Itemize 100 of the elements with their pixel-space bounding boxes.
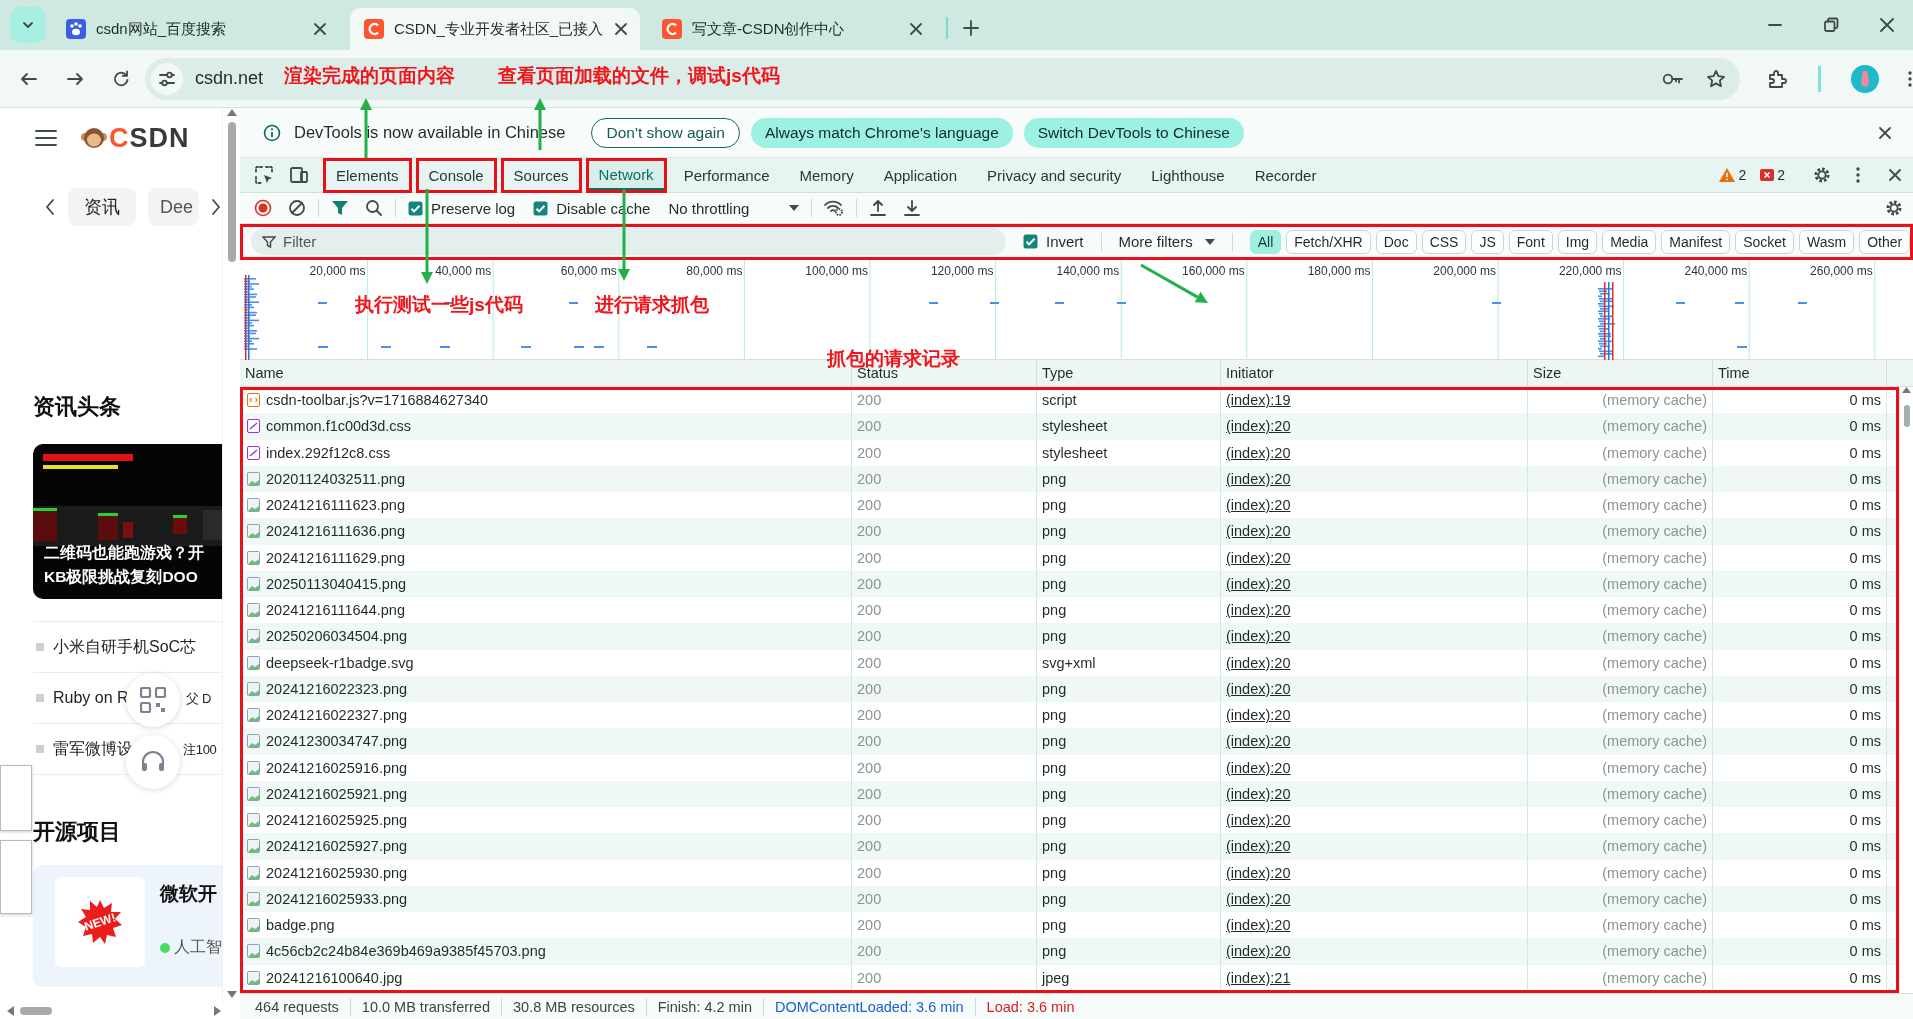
request-name[interactable]: badge.png	[266, 917, 335, 934]
initiator-link[interactable]: (index):20	[1221, 439, 1528, 466]
error-count[interactable]: 2	[1777, 167, 1785, 183]
panel-tab[interactable]: Application	[873, 160, 968, 190]
type-column-header[interactable]: Type	[1037, 360, 1221, 386]
error-icon[interactable]	[1760, 168, 1775, 182]
settings-icon[interactable]	[1813, 166, 1831, 184]
search-icon[interactable]	[365, 199, 383, 217]
news-link[interactable]: Ruby on R	[53, 689, 129, 707]
request-name[interactable]: 4c56cb2c24b84e369b469a9385f45703.png	[266, 943, 546, 960]
network-settings-icon[interactable]	[824, 199, 845, 217]
type-filter-chip[interactable]: Doc	[1375, 229, 1417, 254]
initiator-link[interactable]: (index):20	[1221, 570, 1528, 597]
filter-field[interactable]: Filter	[251, 228, 1006, 255]
request-name[interactable]: 20241216111623.png	[266, 497, 405, 514]
star-icon[interactable]	[1706, 68, 1726, 89]
initiator-column-header[interactable]: Initiator	[1221, 360, 1528, 386]
initiator-link[interactable]: (index):20	[1221, 833, 1528, 860]
new-tab-icon[interactable]	[962, 19, 980, 37]
infobar-button[interactable]: Don't show again	[591, 117, 740, 148]
request-name[interactable]: 20241216100640.jpg	[266, 969, 403, 986]
request-name[interactable]: 20250113040415.png	[266, 575, 407, 592]
request-name[interactable]: 20241216025921.png	[266, 785, 408, 802]
request-name[interactable]: 20241216025925.png	[266, 812, 408, 829]
request-name[interactable]: common.f1c00d3d.css	[266, 418, 412, 435]
reload-icon[interactable]	[111, 68, 131, 89]
category-tab[interactable]: Dee	[148, 188, 200, 226]
stop-recording-icon[interactable]	[254, 199, 272, 217]
type-filter-chip[interactable]: CSS	[1421, 229, 1467, 254]
headline-text[interactable]: KB极限挑战复刻DOO	[44, 565, 204, 589]
menu-icon[interactable]	[35, 129, 57, 147]
headline-text[interactable]: 二维码也能跑游戏？开	[44, 541, 204, 565]
panel-tab[interactable]: Privacy and security	[977, 160, 1132, 190]
category-tab[interactable]: 资讯	[68, 188, 136, 226]
scroll-right-icon[interactable]	[214, 1005, 222, 1017]
throttling-dropdown[interactable]: No throttling	[668, 199, 800, 217]
filter-icon[interactable]	[331, 199, 349, 217]
type-filter-chip[interactable]: Fetch/XHR	[1286, 229, 1371, 254]
request-name[interactable]: 20241216111629.png	[266, 549, 405, 566]
type-filter-chip[interactable]: Media	[1602, 229, 1657, 254]
request-name[interactable]: 20250206034504.png	[266, 628, 408, 645]
chevron-left-icon[interactable]	[44, 198, 56, 216]
restore-icon[interactable]	[1823, 17, 1839, 33]
warning-count[interactable]: 2	[1738, 167, 1747, 183]
request-name[interactable]: 20241216025927.png	[266, 838, 408, 855]
request-name[interactable]: 20241216111644.png	[266, 602, 405, 619]
qr-code-button[interactable]	[126, 673, 180, 727]
news-link[interactable]: 小米自研手机SoC芯	[53, 636, 197, 658]
inspect-icon[interactable]	[254, 165, 274, 185]
request-name[interactable]: 20201124032511.png	[266, 470, 405, 487]
puzzle-icon[interactable]	[1766, 67, 1788, 90]
panel-tab[interactable]: Lighthouse	[1141, 160, 1235, 190]
panel-tab[interactable]: Elements	[326, 160, 409, 190]
panel-tab[interactable]: Performance	[673, 160, 780, 190]
request-name[interactable]: 20241216025930.png	[266, 864, 408, 881]
initiator-link[interactable]: (index):20	[1221, 780, 1528, 807]
type-filter-chip[interactable]: Font	[1508, 229, 1553, 254]
type-filter-chip[interactable]: All	[1249, 229, 1282, 254]
initiator-link[interactable]: (index):20	[1221, 675, 1528, 702]
panel-tab[interactable]: Sources	[503, 160, 579, 190]
news-card[interactable]: 二维码也能跑游戏？开 KB极限挑战复刻DOO	[33, 444, 222, 599]
page-thumbnail[interactable]	[0, 765, 32, 831]
request-name[interactable]: 20241216025933.png	[266, 890, 408, 907]
initiator-link[interactable]: (index):20	[1221, 413, 1528, 440]
type-filter-chip[interactable]: Wasm	[1799, 229, 1855, 254]
panel-tab[interactable]: Network	[588, 160, 664, 190]
download-icon[interactable]	[903, 199, 922, 217]
request-name[interactable]: 20241230034747.png	[266, 733, 408, 750]
url-text[interactable]: csdn.net	[195, 68, 264, 89]
chevron-right-icon[interactable]	[211, 198, 222, 216]
scrollbar-thumb[interactable]	[228, 122, 236, 262]
upload-icon[interactable]	[869, 199, 888, 217]
clear-icon[interactable]	[288, 199, 306, 217]
more-filters-dropdown[interactable]: More filters	[1118, 233, 1215, 250]
tab-close-icon[interactable]	[312, 21, 328, 37]
tab-close-icon[interactable]	[613, 21, 630, 37]
request-name[interactable]: index.292f12c8.css	[266, 444, 391, 461]
browser-tab[interactable]: CSDN_专业开发者社区_已接入	[350, 8, 640, 50]
request-name[interactable]: 20241216025916.png	[266, 759, 408, 776]
initiator-link[interactable]: (index):20	[1221, 754, 1528, 781]
browser-tab[interactable]: csdn网站_百度搜索	[52, 8, 342, 50]
request-name[interactable]: deepseek-r1badge.svg	[266, 654, 414, 671]
type-filter-chip[interactable]: JS	[1471, 229, 1504, 254]
news-link[interactable]: 注100	[183, 741, 217, 759]
news-link[interactable]: 父 D	[186, 690, 212, 708]
project-card[interactable]: NEW! 微软开 人工智	[33, 865, 222, 987]
infobar-button[interactable]: Switch DevTools to Chinese	[1023, 117, 1244, 148]
scroll-left-icon[interactable]	[6, 1005, 14, 1017]
infobar-button[interactable]: Always match Chrome's language	[750, 117, 1013, 148]
checkbox-icon[interactable]	[408, 200, 423, 216]
time-column-header[interactable]: Time	[1713, 360, 1887, 386]
page-thumbnail[interactable]	[0, 840, 32, 914]
type-filter-chip[interactable]: Other	[1859, 229, 1911, 254]
initiator-link[interactable]: (index):20	[1221, 465, 1528, 492]
scrollbar-thumb[interactable]	[20, 1007, 52, 1015]
request-name[interactable]: 20241216111636.png	[266, 523, 405, 540]
tune-icon[interactable]	[158, 69, 176, 88]
initiator-link[interactable]: (index):21	[1221, 964, 1528, 991]
tab-list-button[interactable]	[10, 7, 46, 43]
panel-tab[interactable]: Recorder	[1244, 160, 1327, 190]
